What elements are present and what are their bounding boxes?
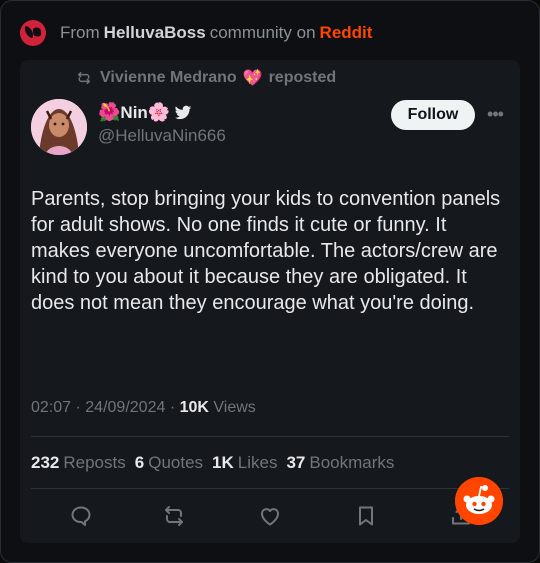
follow-button[interactable]: Follow <box>391 100 475 130</box>
source-middle: community on <box>209 23 316 42</box>
reply-icon[interactable] <box>69 504 93 528</box>
bookmarks-stat[interactable]: 37 Bookmarks <box>286 453 394 473</box>
tweet-text: Parents, stop bringing your kids to conv… <box>31 188 501 314</box>
tweet-card: Vivienne Medrano 💖 reposted 🌺 Nin 🌸 @Hel… <box>20 60 520 543</box>
display-name: Nin <box>120 102 148 122</box>
quotes-label: Quotes <box>148 453 204 472</box>
reposter-name[interactable]: Vivienne Medrano <box>100 69 237 87</box>
tweet-date[interactable]: 24/09/2024 <box>85 399 165 416</box>
views-count: 10K <box>179 399 209 416</box>
sparkle-heart-emoji: 💖 <box>242 70 263 87</box>
reposts-count: 232 <box>31 453 60 472</box>
avatar[interactable] <box>31 99 87 155</box>
repost-line: Vivienne Medrano 💖 reposted <box>76 68 336 88</box>
repost-icon[interactable] <box>162 504 186 528</box>
hibiscus-emoji: 🌺 <box>98 102 121 122</box>
likes-count: 1K <box>212 453 234 472</box>
like-icon[interactable] <box>258 504 282 528</box>
source-prefix: From <box>60 23 100 42</box>
divider <box>31 436 509 437</box>
reposts-stat[interactable]: 232 Reposts <box>31 453 126 473</box>
twitter-bird-icon <box>174 105 192 119</box>
views-label: Views <box>213 399 256 416</box>
meta-separator: · <box>75 399 81 416</box>
bookmarks-label: Bookmarks <box>309 453 395 472</box>
source-line: From HelluvaBoss community on Reddit <box>20 20 372 46</box>
divider <box>31 488 509 489</box>
more-options-icon[interactable]: ••• <box>484 104 506 124</box>
reposts-label: Reposts <box>63 453 126 472</box>
reddit-snoo-icon[interactable] <box>455 477 503 525</box>
tweet-meta: 02:07 · 24/09/2024 · 10K Views <box>31 399 256 417</box>
cherry-blossom-emoji: 🌸 <box>147 102 171 122</box>
repost-small-icon <box>77 71 91 85</box>
community-link[interactable]: HelluvaBoss <box>104 23 206 43</box>
quotes-stat[interactable]: 6 Quotes <box>135 453 203 473</box>
likes-stat[interactable]: 1K Likes <box>212 453 277 473</box>
reddit-link[interactable]: Reddit <box>320 23 373 43</box>
bookmark-icon[interactable] <box>354 504 378 528</box>
helluvaboss-logo-icon <box>20 20 46 46</box>
repost-label: reposted <box>268 69 337 86</box>
author-name[interactable]: 🌺 Nin 🌸 <box>98 102 192 123</box>
author-handle[interactable]: @HelluvaNin666 <box>98 126 226 146</box>
action-bar <box>20 504 520 530</box>
engagement-stats: 232 Reposts 6 Quotes 1K Likes 37 Bookmarks <box>31 453 394 473</box>
likes-label: Likes <box>237 453 278 472</box>
quotes-count: 6 <box>134 453 145 472</box>
tweet-time[interactable]: 02:07 <box>31 399 71 416</box>
meta-separator: · <box>169 399 176 416</box>
bookmarks-count: 37 <box>286 453 306 472</box>
